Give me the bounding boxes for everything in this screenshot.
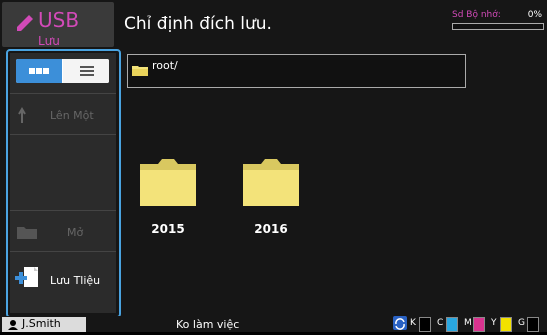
screen-title: Chỉ định đích lưu.	[124, 14, 272, 34]
open-label: Mở	[67, 226, 84, 239]
sidebar-divider	[10, 93, 116, 94]
screen: USB Lưu Chỉ định đích lưu. Sd Bộ nhớ: 0%…	[0, 0, 547, 332]
open-button[interactable]: Mở	[10, 212, 116, 252]
folder-icon	[17, 227, 37, 239]
memory-label: Sd Bộ nhớ:	[452, 10, 501, 20]
folder-label: 2016	[254, 222, 288, 236]
save-file-label: Lưu Tliệu	[50, 274, 101, 287]
folder-label: 2015	[151, 222, 185, 236]
thumbnail-view-button[interactable]	[16, 59, 62, 83]
sidebar-divider	[10, 134, 116, 135]
user-name: J.Smith	[22, 317, 61, 330]
view-toggle[interactable]	[16, 59, 109, 83]
ink-letter: M	[464, 318, 472, 328]
save-document-icon	[15, 267, 38, 287]
ink-level-bar	[419, 317, 431, 332]
memory-bar	[452, 23, 544, 30]
mode-subtitle: Lưu	[38, 34, 60, 48]
folder-icon	[243, 159, 299, 206]
ink-letter: C	[437, 318, 444, 328]
memory-usage: Sd Bộ nhớ: 0%	[452, 10, 544, 32]
folder-icon	[140, 159, 196, 206]
ink-letter: Y	[491, 318, 497, 328]
folder-item[interactable]: 2015	[138, 158, 198, 236]
ink-letter: G	[518, 318, 525, 328]
mode-indicator: USB Lưu	[2, 2, 114, 48]
machine-status: Ko làm việc	[176, 318, 240, 331]
ink-level-bar	[473, 317, 485, 332]
ink-level-bar	[446, 317, 458, 332]
mode-title: USB	[38, 8, 80, 32]
up-arrow-icon	[18, 107, 26, 123]
refresh-icon[interactable]	[393, 316, 407, 330]
folder-icon	[132, 66, 148, 76]
ink-level-bar	[500, 317, 512, 332]
user-button[interactable]: J.Smith	[2, 317, 86, 332]
current-path: root/	[127, 54, 466, 88]
sidebar-divider	[10, 210, 116, 211]
save-file-button[interactable]: Lưu Tliệu	[10, 258, 116, 298]
path-text: root/	[152, 59, 178, 72]
sidebar-divider	[10, 251, 116, 252]
ink-level-bar	[527, 317, 539, 332]
list-view-button[interactable]	[63, 59, 109, 83]
memory-percent: 0%	[527, 10, 542, 20]
user-icon	[8, 320, 18, 330]
folder-item[interactable]: 2016	[241, 158, 301, 236]
usb-pencil-icon	[17, 15, 33, 31]
ink-letter: K	[410, 318, 416, 328]
up-one-label: Lên Một	[50, 109, 94, 122]
up-one-button[interactable]: Lên Một	[10, 96, 116, 136]
